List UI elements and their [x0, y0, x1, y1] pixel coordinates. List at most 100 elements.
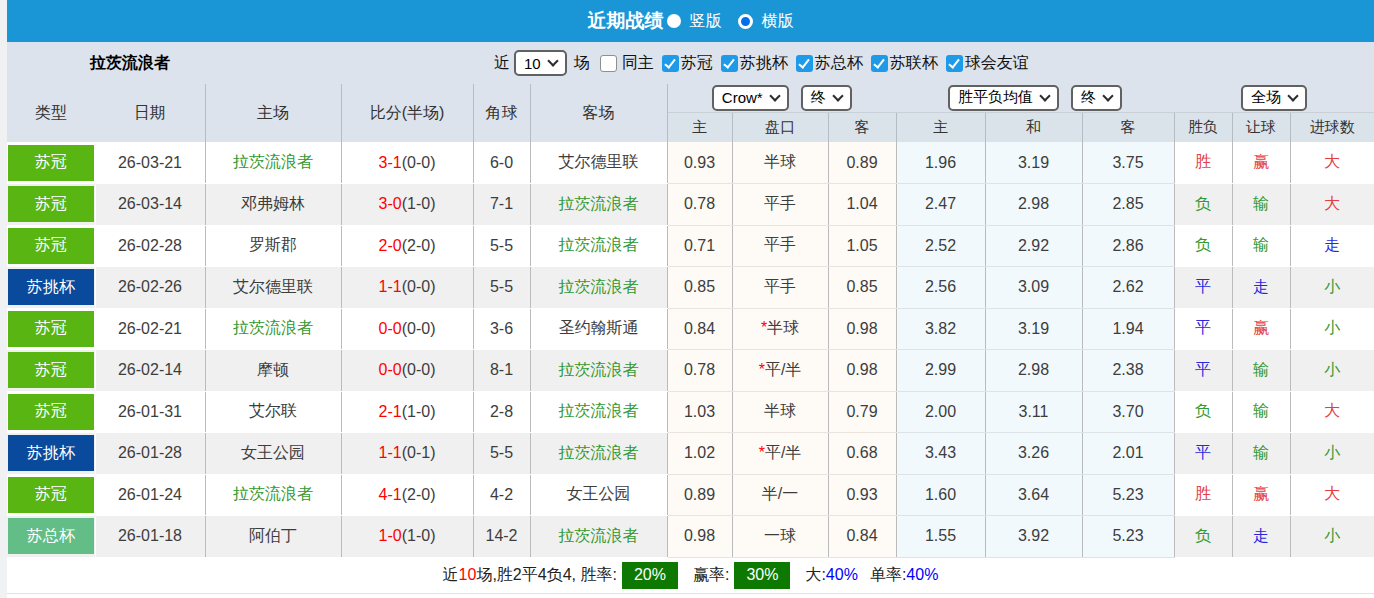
half-time-score: (0-1)	[402, 444, 436, 461]
avg-draw-odds: 3.92	[985, 516, 1082, 558]
recent-count-select[interactable]: 10	[514, 50, 567, 76]
away-team: 拉茨流浪者	[530, 225, 667, 267]
handicap-line: 半球	[732, 142, 828, 184]
goals-outcome: 走	[1290, 225, 1374, 267]
avg-away-odds: 2.01	[1082, 433, 1174, 475]
avg-draw-odds: 3.09	[985, 267, 1082, 309]
handicap-line: 平手	[732, 184, 828, 226]
same-home-label[interactable]: 同主	[622, 53, 654, 74]
league-badge: 苏冠	[8, 311, 94, 347]
goals-outcome: 小	[1290, 308, 1374, 350]
half-time-score: (0-0)	[402, 278, 436, 295]
table-row: 苏冠26-02-28罗斯郡2-0(2-0)5-5拉茨流浪者0.71平手1.052…	[7, 225, 1374, 267]
league-type-cell: 苏冠	[7, 184, 95, 226]
handicap-odds-away: 0.89	[828, 142, 896, 184]
summary-record: 场,胜2平4负4, 胜率:	[476, 565, 616, 586]
corners-cell: 5-5	[473, 267, 530, 309]
league-checkbox[interactable]	[662, 55, 679, 72]
odds-time-select[interactable]: 终	[801, 85, 852, 111]
chevron-down-icon	[547, 55, 558, 66]
league-checkbox[interactable]	[796, 55, 813, 72]
handicap-odds-away: 0.98	[828, 350, 896, 392]
league-type-cell: 苏挑杯	[7, 433, 95, 475]
result-outcome: 负	[1174, 184, 1232, 226]
filter-bar: 拉茨流浪者 近 10 场 同主 苏冠苏挑杯苏总杯苏联杯球会友谊	[7, 42, 1374, 84]
avg-home-odds: 2.47	[896, 184, 985, 226]
handicap-odds-home: 0.85	[667, 267, 732, 309]
avg-draw-odds: 3.11	[985, 391, 1082, 433]
league-checkbox-label[interactable]: 苏冠	[681, 53, 713, 74]
league-type-cell: 苏冠	[7, 142, 95, 184]
handicap-odds-home: 0.89	[667, 474, 732, 516]
goals-outcome: 小	[1290, 433, 1374, 475]
match-date: 26-02-28	[95, 225, 205, 267]
half-time-score: (0-0)	[402, 154, 436, 171]
games-label: 场	[574, 53, 590, 74]
avg-draw-odds: 2.92	[985, 225, 1082, 267]
subcol-goals: 进球数	[1290, 112, 1374, 142]
summary-near: 近	[443, 565, 459, 586]
col-corners: 角球	[473, 84, 530, 142]
handicap-odds-home: 1.02	[667, 433, 732, 475]
league-checkbox-label[interactable]: 苏挑杯	[740, 53, 788, 74]
league-type-cell: 苏总杯	[7, 516, 95, 558]
home-team: 女王公园	[205, 433, 341, 475]
league-checkbox-label[interactable]: 苏联杯	[890, 53, 938, 74]
avg-odds-header: 胜平负均值 终	[896, 84, 1174, 112]
table-row: 苏冠26-01-24拉茨流浪者4-1(2-0)4-2女王公园0.89半/一0.9…	[7, 474, 1374, 516]
league-checkbox-label[interactable]: 球会友谊	[965, 53, 1029, 74]
corners-cell: 4-2	[473, 474, 530, 516]
same-home-checkbox[interactable]	[600, 55, 617, 72]
full-time-score: 1-1	[379, 278, 402, 295]
result-outcome: 平	[1174, 433, 1232, 475]
team-name: 拉茨流浪者	[90, 53, 170, 74]
handicap-line: 平手	[732, 225, 828, 267]
away-team: 女王公园	[530, 474, 667, 516]
avg-away-odds: 3.70	[1082, 391, 1174, 433]
home-team: 摩顿	[205, 350, 341, 392]
avg-home-odds: 2.99	[896, 350, 985, 392]
odds-win-rate-badge: 30%	[734, 562, 790, 589]
league-filters: 苏冠 苏挑杯 苏总杯 苏联杯 球会友谊	[654, 53, 1029, 74]
league-checkbox[interactable]	[871, 55, 888, 72]
corners-cell: 2-8	[473, 391, 530, 433]
away-team: 拉茨流浪者	[530, 267, 667, 309]
avg-home-odds: 3.43	[896, 433, 985, 475]
avg-time-select[interactable]: 终	[1071, 85, 1122, 111]
handicap-line: 平手	[732, 267, 828, 309]
match-date: 26-03-14	[95, 184, 205, 226]
table-row: 苏冠26-03-14邓弗姆林3-0(1-0)7-1拉茨流浪者0.78平手1.04…	[7, 184, 1374, 226]
avg-away-odds: 2.62	[1082, 267, 1174, 309]
league-checkbox[interactable]	[721, 55, 738, 72]
full-time-score: 2-1	[379, 403, 402, 420]
scope-select[interactable]: 全场	[1241, 85, 1307, 111]
avg-select[interactable]: 胜平负均值	[948, 85, 1059, 111]
league-badge: 苏冠	[8, 145, 94, 181]
league-checkbox[interactable]	[946, 55, 963, 72]
avg-home-odds: 1.55	[896, 516, 985, 558]
title-bar: 近期战绩 竖版 横版	[7, 0, 1374, 42]
col-away: 客场	[530, 84, 667, 142]
horizontal-radio[interactable]	[738, 14, 753, 29]
vertical-radio[interactable]	[667, 14, 681, 28]
horizontal-radio-label[interactable]: 横版	[762, 11, 794, 32]
chevron-down-icon	[832, 90, 843, 101]
league-checkbox-label[interactable]: 苏总杯	[815, 53, 863, 74]
league-type-cell: 苏冠	[7, 225, 95, 267]
league-type-cell: 苏挑杯	[7, 267, 95, 309]
chevron-down-icon	[1039, 90, 1050, 101]
corners-cell: 5-5	[473, 225, 530, 267]
handicap-outcome: 走	[1232, 267, 1290, 309]
vertical-radio-label[interactable]: 竖版	[690, 11, 722, 32]
away-team: 圣约翰斯通	[530, 308, 667, 350]
league-badge: 苏冠	[8, 352, 94, 388]
match-date: 26-02-14	[95, 350, 205, 392]
odds-company-select[interactable]: Crow*	[712, 85, 789, 111]
corners-cell: 5-5	[473, 433, 530, 475]
away-team: 拉茨流浪者	[530, 516, 667, 558]
away-team: 拉茨流浪者	[530, 184, 667, 226]
table-row: 苏冠26-01-31艾尔联2-1(1-0)2-8拉茨流浪者1.03半球0.792…	[7, 391, 1374, 433]
avg-home-odds: 2.00	[896, 391, 985, 433]
handicap-outcome: 走	[1232, 516, 1290, 558]
corners-cell: 6-0	[473, 142, 530, 184]
